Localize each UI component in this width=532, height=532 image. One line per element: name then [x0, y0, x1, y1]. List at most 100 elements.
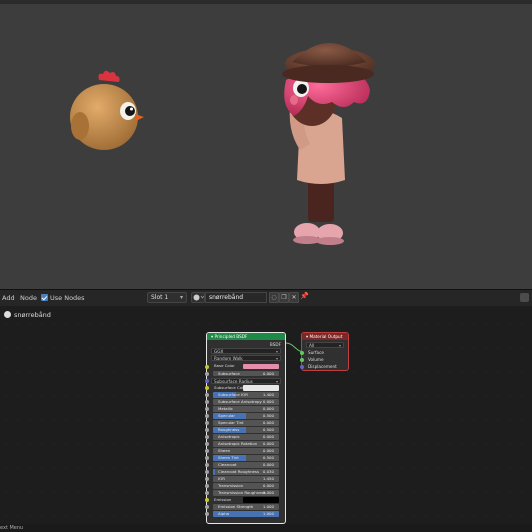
bsdf-input-row[interactable]: Subsurface Col	[205, 385, 281, 392]
input-socket[interactable]	[205, 470, 209, 474]
bsdf-input-row[interactable]: Transmission 0.000	[205, 483, 281, 490]
input-socket[interactable]	[205, 505, 209, 509]
bsdf-input-row[interactable]: Base Color	[205, 363, 281, 370]
value-slider[interactable]: Transmission 0.000	[213, 483, 279, 489]
3d-viewport[interactable]	[0, 0, 532, 289]
distribution-dropdown[interactable]: GGX	[211, 348, 281, 354]
input-socket[interactable]	[205, 456, 209, 460]
bsdf-output-label: BSDF	[269, 342, 281, 347]
input-socket[interactable]	[205, 512, 209, 516]
input-socket[interactable]	[299, 364, 304, 369]
status-bar: ext Menu	[0, 524, 532, 532]
value-slider[interactable]: Transmission Roughness 0.000	[213, 490, 279, 496]
input-socket[interactable]	[205, 498, 209, 502]
bsdf-input-row[interactable]: Emission	[205, 497, 281, 504]
material-browse-button[interactable]	[191, 292, 205, 303]
bsdf-input-row[interactable]: Roughness 0.500	[205, 427, 281, 434]
value-slider[interactable]: Specular 0.500	[213, 413, 279, 419]
value-slider[interactable]: Specular Tint 0.000	[213, 420, 279, 426]
input-socket[interactable]	[299, 357, 304, 362]
bsdf-input-row[interactable]: Metallic 0.000	[205, 406, 281, 413]
value-slider[interactable]: Alpha 1.000	[213, 511, 279, 517]
value-slider[interactable]: Roughness 0.500	[213, 427, 279, 433]
bsdf-input-row[interactable]: Emission Strength 1.000	[205, 504, 281, 511]
bsdf-input-row[interactable]: Specular Tint 0.000	[205, 420, 281, 427]
input-socket[interactable]	[205, 414, 209, 418]
unlink-material-button[interactable]: ✕	[289, 292, 299, 303]
sidebar-toggle-button[interactable]	[520, 293, 529, 302]
input-value: 0.000	[262, 420, 274, 425]
input-value: 0.000	[262, 490, 274, 495]
bsdf-input-row[interactable]: Subsurface 0.000	[205, 370, 281, 377]
value-slider[interactable]: Metallic 0.000	[213, 406, 279, 412]
bsdf-input-row[interactable]: Subsurface Radius	[205, 377, 281, 385]
node-menu[interactable]: Node	[20, 294, 37, 302]
bsdf-input-row[interactable]: Clearcoat 0.000	[205, 462, 281, 469]
material-output-header[interactable]: ▾ Material Output	[302, 333, 348, 340]
input-socket[interactable]	[205, 435, 209, 439]
bsdf-input-row[interactable]: IOR 1.450	[205, 476, 281, 483]
input-socket[interactable]	[205, 386, 209, 390]
value-slider[interactable]: IOR 1.450	[213, 476, 279, 482]
duplicate-material-button[interactable]: ❐	[279, 292, 289, 303]
fake-user-button[interactable]: ◌	[269, 292, 279, 303]
value-slider[interactable]: Subsurface IOR 1.400	[213, 392, 279, 398]
value-slider[interactable]: Subsurface Anisotropy 0.000	[213, 399, 279, 405]
value-slider[interactable]: Emission Strength 1.000	[213, 504, 279, 510]
bsdf-input-row[interactable]: Clearcoat Roughness 0.030	[205, 469, 281, 476]
value-slider[interactable]: Subsurface 0.000	[213, 370, 279, 376]
bsdf-input-row[interactable]: Subsurface IOR 1.400	[205, 392, 281, 399]
input-socket[interactable]	[205, 491, 209, 495]
input-socket[interactable]	[205, 393, 209, 397]
use-nodes-checkbox[interactable]	[41, 294, 48, 301]
bsdf-input-row[interactable]: Alpha 1.000	[205, 511, 281, 518]
subsurface-method-dropdown[interactable]: Random Walk	[211, 355, 281, 361]
bsdf-input-row[interactable]: Sheen 0.000	[205, 448, 281, 455]
material-name-field[interactable]: snørrebånd	[205, 292, 267, 303]
input-socket[interactable]	[205, 449, 209, 453]
pin-icon[interactable]: 📌	[300, 292, 309, 300]
material-output-node[interactable]: ▾ Material Output All Surface Volume Displ…	[299, 332, 349, 371]
principled-bsdf-node[interactable]: ▾ Principled BSDF BSDF GGX Random Walk B…	[205, 332, 286, 524]
input-socket[interactable]	[205, 428, 209, 432]
value-slider[interactable]: Anisotropic Rotation 0.000	[213, 441, 279, 447]
input-dropdown[interactable]: Subsurface Radius	[211, 377, 281, 384]
value-slider[interactable]: Clearcoat Roughness 0.030	[213, 469, 279, 475]
material-output-title: Material Output	[309, 334, 343, 339]
input-socket[interactable]	[205, 484, 209, 488]
value-slider[interactable]: Sheen 0.000	[213, 448, 279, 454]
bsdf-input-row[interactable]: Specular 0.500	[205, 413, 281, 420]
input-socket[interactable]	[205, 371, 209, 376]
slot-dropdown[interactable]: Slot 1 ▾	[147, 292, 187, 303]
color-swatch[interactable]	[243, 497, 279, 503]
value-slider[interactable]: Anisotropic 0.000	[213, 434, 279, 440]
color-swatch[interactable]	[243, 385, 279, 391]
input-socket[interactable]	[205, 463, 209, 467]
input-label: Transmission	[218, 483, 244, 488]
input-value: 1.400	[262, 392, 274, 397]
color-swatch[interactable]	[243, 363, 279, 369]
bsdf-input-row[interactable]: Anisotropic Rotation 0.000	[205, 441, 281, 448]
bsdf-input-row[interactable]: Transmission Roughness 0.000	[205, 490, 281, 497]
bsdf-input-row[interactable]: Sheen Tint 0.500	[205, 455, 281, 462]
input-socket[interactable]	[205, 407, 209, 411]
input-socket[interactable]	[205, 379, 209, 383]
input-socket[interactable]	[299, 350, 304, 355]
input-socket[interactable]	[205, 400, 209, 404]
node-editor-canvas[interactable]: snørrebånd ▾ Principled BSDF BSDF GGX Ra…	[0, 306, 532, 532]
bsdf-input-row[interactable]: Anisotropic 0.000	[205, 434, 281, 441]
add-menu[interactable]: Add	[2, 294, 15, 302]
collapse-arrow-icon[interactable]: ▾	[211, 334, 213, 339]
input-label: Displacement	[308, 364, 337, 369]
collapse-arrow-icon[interactable]: ▾	[306, 334, 308, 339]
target-dropdown[interactable]: All	[306, 342, 344, 348]
input-socket[interactable]	[205, 364, 209, 369]
input-socket[interactable]	[205, 442, 209, 446]
value-slider[interactable]: Clearcoat 0.000	[213, 462, 279, 468]
principled-bsdf-header[interactable]: ▾ Principled BSDF	[207, 333, 285, 340]
material-sphere-icon	[193, 294, 205, 301]
input-socket[interactable]	[205, 421, 209, 425]
value-slider[interactable]: Sheen Tint 0.500	[213, 455, 279, 461]
bsdf-input-row[interactable]: Subsurface Anisotropy 0.000	[205, 399, 281, 406]
input-socket[interactable]	[205, 477, 209, 481]
